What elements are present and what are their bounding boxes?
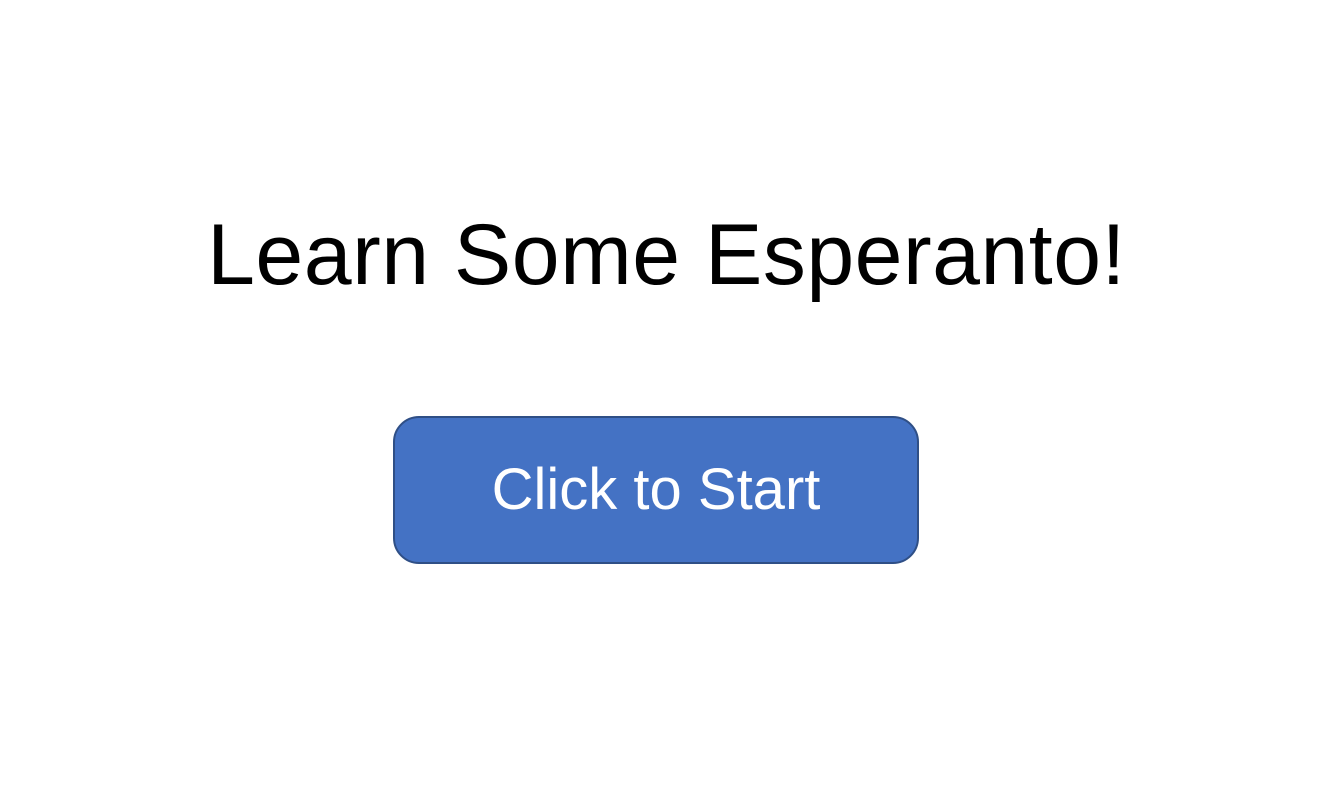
page-title: Learn Some Esperanto! [207,207,1126,303]
slide: Learn Some Esperanto! Click to Start [0,0,1333,792]
start-button-label: Click to Start [491,457,821,522]
start-button[interactable]: Click to Start [393,416,919,564]
